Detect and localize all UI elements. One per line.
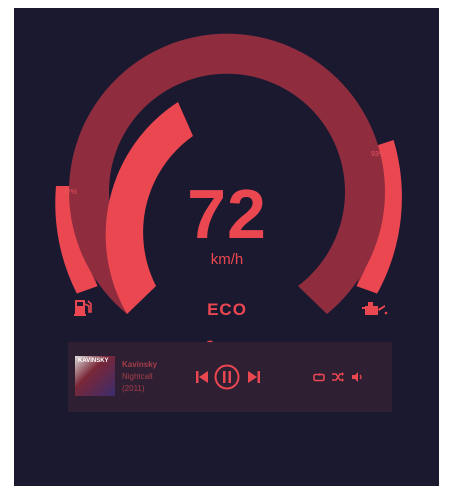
- track-title: Nightcall: [122, 372, 153, 381]
- fuel-pump-icon: [74, 300, 92, 316]
- volume-icon[interactable]: [352, 372, 363, 382]
- repeat-icon[interactable]: [313, 373, 325, 382]
- track-year: (2011): [122, 384, 145, 393]
- fuel-percent: 42%: [63, 189, 78, 196]
- media-player: KAVINSKY Kavinsky Nightcall (2011): [68, 342, 392, 412]
- speed-value: 72: [187, 175, 267, 253]
- album-art-text: KAVINSKY: [78, 358, 109, 364]
- pause-icon: [223, 371, 226, 383]
- pause-button[interactable]: [214, 364, 240, 390]
- track-artist: Kavinsky: [122, 360, 158, 369]
- album-art: KAVINSKY: [75, 356, 115, 396]
- skip-back-icon[interactable]: [196, 370, 208, 384]
- oil-percent: 93%: [371, 151, 386, 158]
- oil-can-icon: [362, 302, 388, 315]
- speed-unit: km/h: [210, 251, 244, 268]
- skip-forward-icon[interactable]: [248, 370, 260, 384]
- shuffle-icon[interactable]: [332, 372, 344, 382]
